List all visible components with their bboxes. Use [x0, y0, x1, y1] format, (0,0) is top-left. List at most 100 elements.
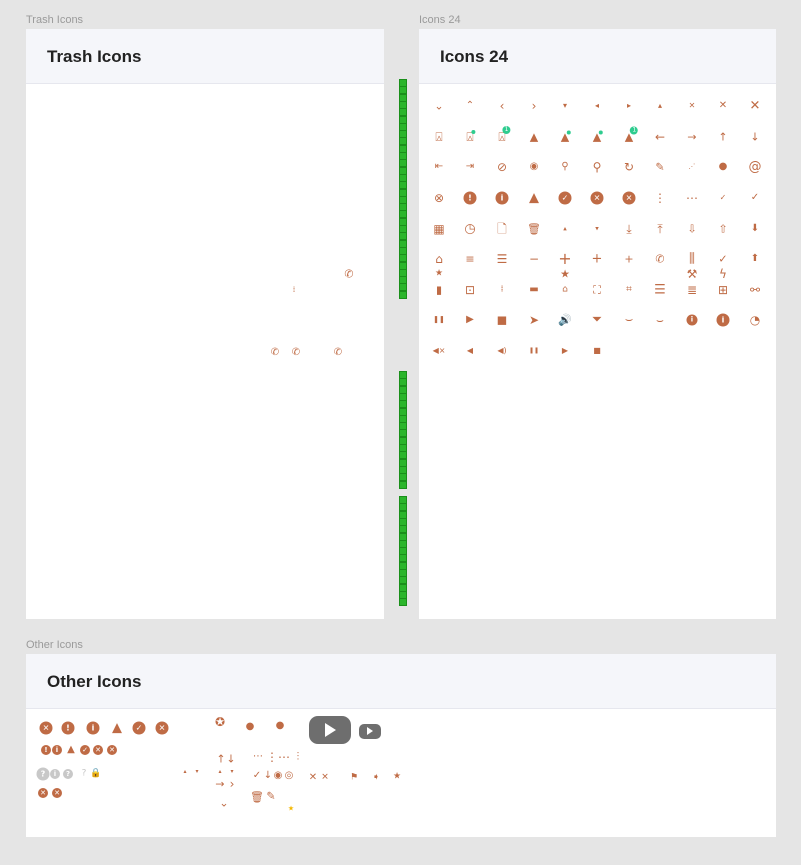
caret-up-tiny-2-icon[interactable]: ▴ — [218, 769, 221, 775]
arrow-down-icon[interactable]: ↓ — [226, 754, 235, 765]
close-circle-small-2-icon[interactable]: ✕ — [107, 745, 117, 755]
volume-medium-icon[interactable]: ◀) — [497, 347, 506, 355]
first-page-icon[interactable]: ⇤ — [435, 162, 443, 172]
exclamation-circle-icon[interactable]: ! — [463, 191, 477, 205]
pause-icon[interactable]: ❚❚ — [433, 316, 445, 324]
speedometer-icon[interactable]: ◔ — [750, 314, 760, 326]
bell-dot-icon[interactable]: ⍓ — [466, 130, 476, 143]
search-small-icon[interactable]: ⚲ — [561, 162, 568, 172]
question-outline-gray-icon[interactable]: ? — [82, 769, 87, 779]
close-circle-small-icon[interactable]: ✕ — [93, 745, 103, 755]
info-filled-icon[interactable]: i — [686, 314, 698, 326]
close-icon[interactable]: ✕ — [719, 101, 727, 111]
info-circle-icon[interactable]: i — [495, 191, 509, 205]
send-icon[interactable]: ➤ — [529, 314, 539, 326]
chevron-right-icon[interactable]: › — [230, 778, 235, 790]
play-icon[interactable]: ▶ — [466, 315, 474, 325]
at-icon[interactable]: @ — [749, 161, 762, 174]
plus-small-icon[interactable]: + — [624, 254, 633, 265]
phone-forward-icon[interactable]: ✆ — [271, 348, 279, 358]
eye-off-icon[interactable]: ⊘ — [497, 161, 507, 173]
bell-filled-dot-icon[interactable]: ▲ — [561, 130, 572, 143]
clock-icon[interactable]: ◷ — [464, 223, 475, 236]
check-circle-icon[interactable]: ✓ — [132, 721, 146, 735]
check-icon[interactable]: ✓ — [751, 193, 759, 203]
grid-icon[interactable]: ⊞ — [718, 284, 728, 296]
phone-missed-icon[interactable]: ✆ — [292, 348, 300, 358]
check-circle-icon[interactable]: ✓ — [558, 191, 572, 205]
close-circle-icon[interactable]: ✕ — [590, 191, 604, 205]
close-circle-tiny-icon[interactable]: ✕ — [38, 788, 48, 798]
info-circle-small-icon[interactable]: i — [52, 745, 62, 755]
frame-label-icons24[interactable]: Icons 24 — [419, 14, 461, 26]
person-icon[interactable]: ● — [246, 722, 255, 732]
download-filled-icon[interactable]: ⬇ — [751, 224, 759, 234]
warning-icon[interactable]: ▲ — [529, 192, 539, 205]
frame-other-icons[interactable]: Other Icons — [26, 654, 776, 837]
flag-icon[interactable]: ⚑ — [350, 773, 358, 783]
menu-icon[interactable]: ☰ — [497, 253, 508, 265]
more-horizontal-light-icon[interactable]: ⋯ — [253, 752, 263, 762]
eye-icon[interactable]: ◉ — [530, 162, 539, 172]
close-small-icon[interactable]: ✕ — [689, 102, 696, 110]
bell-filled-badge-icon[interactable]: ▲ 1 — [625, 126, 639, 143]
close-circle-outline-icon[interactable]: ⊗ — [434, 192, 444, 204]
close-circle-icon[interactable]: ✕ — [155, 721, 169, 735]
check-icon[interactable]: ✓ — [253, 771, 261, 781]
search-icon[interactable]: ⚲ — [593, 161, 602, 173]
star-icon[interactable]: ★ — [393, 772, 401, 782]
more-vertical-icon[interactable]: ⋮ — [654, 192, 666, 204]
plus-large-icon[interactable]: + — [558, 251, 571, 267]
trash-icon[interactable]: 🗑 — [250, 792, 264, 803]
close-large-icon[interactable]: ✕ — [750, 100, 761, 113]
caret-down-tiny-icon[interactable]: ▾ — [195, 769, 198, 775]
lock-gray-icon[interactable]: 🔒 — [90, 769, 101, 779]
pause-small-icon[interactable]: ❚❚ — [529, 348, 539, 354]
check-thin-icon[interactable]: ✓ — [718, 254, 727, 265]
more-horizontal-icon[interactable]: ⋯ — [686, 192, 698, 204]
phone-callback-icon[interactable]: ✆ — [344, 269, 353, 280]
chevron-up-icon[interactable]: ⌃ — [466, 101, 474, 111]
trash-icon[interactable]: 🗑 — [527, 224, 541, 235]
check-circle-small-icon[interactable]: ✓ — [80, 745, 90, 755]
label-icon[interactable]: ➧ — [372, 773, 380, 783]
upload-icon[interactable]: ⤒ — [657, 223, 662, 235]
volume-mute-icon[interactable]: ◀× — [433, 347, 446, 355]
star-large-icon[interactable]: ★ — [560, 269, 570, 280]
rows-icon[interactable]: ☰ — [654, 284, 666, 297]
question-circle-gray-small-icon[interactable]: ? — [63, 769, 73, 779]
caret-up-icon[interactable]: ▴ — [658, 102, 662, 110]
info-filled-large-icon[interactable]: i — [716, 313, 730, 327]
drag-handle-icon[interactable]: ⁞ — [501, 285, 504, 295]
caret-right-icon[interactable]: ▸ — [627, 102, 631, 110]
arrow-down-icon[interactable]: ↓ — [750, 132, 759, 143]
stop-icon[interactable]: ■ — [497, 315, 507, 326]
close-icon[interactable]: ✕ — [309, 773, 317, 783]
archive-icon[interactable]: ⊡ — [465, 284, 475, 296]
phone-alert-icon[interactable]: ✆ — [334, 348, 342, 358]
phone-callback-icon[interactable]: ✆ — [655, 254, 664, 265]
star-yellow-icon[interactable]: ★ — [288, 805, 294, 813]
arrow-left-icon[interactable]: ← — [655, 131, 665, 143]
arrow-down-small-icon[interactable]: ↓ — [264, 771, 272, 781]
home-small-icon[interactable]: ⌂ — [562, 285, 568, 295]
frame-label-trash[interactable]: Trash Icons — [26, 14, 83, 26]
exit-fullscreen-icon[interactable]: ⌗ — [626, 285, 632, 295]
youtube-large-icon[interactable] — [309, 716, 351, 744]
exclamation-circle-icon[interactable]: ! — [61, 721, 75, 735]
caret-up-small-icon[interactable]: ▴ — [563, 225, 567, 233]
eye-outline-icon[interactable]: ◎ — [285, 771, 294, 781]
more-vertical-small-icon[interactable]: ⋮ — [294, 752, 303, 762]
arrow-right-icon[interactable]: → — [215, 779, 224, 790]
fullscreen-icon[interactable]: ⛶ — [593, 285, 601, 296]
caret-down-icon[interactable]: ▾ — [563, 102, 567, 110]
close-circle-2-icon[interactable]: ✕ — [622, 191, 636, 205]
grid-dots-icon[interactable]: ⁞ — [293, 286, 296, 294]
bell-filled-icon[interactable]: ▲ — [530, 132, 538, 143]
award-icon[interactable]: ✪ — [215, 716, 225, 728]
trash-filled-icon[interactable]: ▮ — [436, 285, 442, 296]
lightning-icon[interactable]: ϟ — [719, 268, 727, 280]
paperclip-icon[interactable]: ⚯ — [750, 284, 760, 296]
plus-icon[interactable]: + — [592, 253, 603, 266]
caret-down-tiny-2-icon[interactable]: ▾ — [230, 769, 233, 775]
